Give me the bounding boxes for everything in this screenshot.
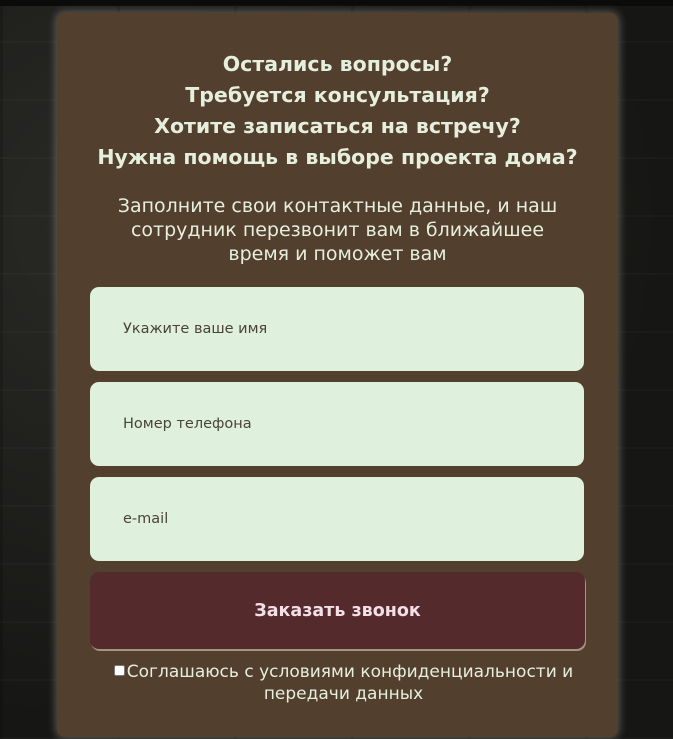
- form-headline: Остались вопросы? Требуется консультация…: [57, 49, 618, 173]
- request-call-button[interactable]: Заказать звонок: [90, 572, 585, 649]
- top-strip: [0, 0, 673, 6]
- phone-input[interactable]: [90, 382, 584, 466]
- name-input[interactable]: [90, 287, 584, 371]
- callback-form-card: Остались вопросы? Требуется консультация…: [57, 13, 618, 737]
- headline-line-2: Требуется консультация?: [185, 83, 490, 107]
- form-subtitle: Заполните свои контактные данные, и наш …: [117, 195, 558, 265]
- headline-line-3: Хотите записаться на встречу?: [154, 114, 521, 138]
- consent-row: Соглашаюсь с условиями конфиденциальност…: [97, 661, 590, 705]
- headline-line-4: Нужна помощь в выборе проекта дома?: [97, 145, 578, 169]
- headline-line-1: Остались вопросы?: [222, 52, 453, 76]
- email-input[interactable]: [90, 477, 584, 561]
- consent-checkbox[interactable]: [113, 665, 125, 676]
- consent-label[interactable]: Соглашаюсь с условиями конфиденциальност…: [127, 662, 573, 704]
